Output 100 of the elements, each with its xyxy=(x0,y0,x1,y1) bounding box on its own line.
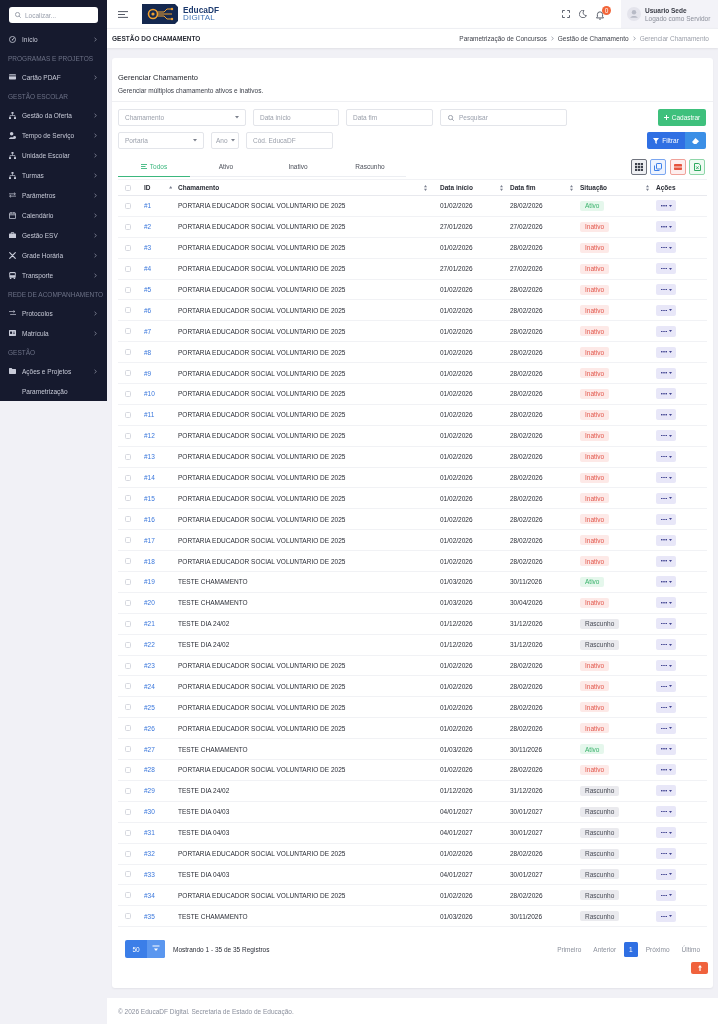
checkbox[interactable] xyxy=(125,223,131,230)
actions-button[interactable] xyxy=(656,618,676,630)
checkbox[interactable] xyxy=(125,850,131,857)
actions-button[interactable] xyxy=(656,221,676,233)
actions-button[interactable] xyxy=(656,806,676,818)
clear-button[interactable] xyxy=(685,132,706,149)
checkbox[interactable] xyxy=(125,746,131,753)
spreadsheet-icon xyxy=(693,162,701,171)
checkbox[interactable] xyxy=(125,411,131,418)
back-to-top-button[interactable] xyxy=(691,962,708,975)
checkbox[interactable] xyxy=(125,725,131,732)
checkbox[interactable] xyxy=(125,474,131,481)
actions-button[interactable] xyxy=(656,889,676,901)
caret-icon xyxy=(668,225,672,228)
actions-button[interactable] xyxy=(656,534,676,546)
checkbox[interactable] xyxy=(125,558,131,565)
folder-icon xyxy=(9,368,16,374)
actions-button[interactable] xyxy=(656,451,676,463)
actions-button[interactable] xyxy=(656,848,676,860)
actions-button[interactable] xyxy=(656,555,676,567)
actions-button[interactable] xyxy=(656,242,676,254)
actions-button[interactable] xyxy=(656,284,676,295)
actions-button[interactable] xyxy=(656,680,676,692)
actions-button[interactable] xyxy=(656,472,676,483)
checkbox[interactable] xyxy=(125,808,131,815)
actions-button[interactable] xyxy=(656,513,676,525)
columns-button[interactable] xyxy=(630,158,647,175)
actions-button[interactable] xyxy=(656,764,676,776)
checkbox[interactable] xyxy=(125,328,131,335)
checkbox[interactable] xyxy=(125,453,131,460)
checkbox[interactable] xyxy=(125,767,131,773)
checkbox[interactable] xyxy=(125,370,131,377)
checkbox[interactable] xyxy=(125,683,131,690)
checkbox[interactable] xyxy=(125,202,131,209)
checkbox[interactable] xyxy=(125,265,131,272)
list-icon xyxy=(140,163,147,169)
checkbox[interactable] xyxy=(125,286,131,293)
caret-icon xyxy=(668,664,672,667)
actions-button[interactable] xyxy=(656,576,676,588)
checkbox[interactable] xyxy=(125,787,131,794)
caret-icon xyxy=(668,539,672,542)
actions-button[interactable] xyxy=(656,660,676,672)
calendar-icon xyxy=(9,211,16,219)
actions-button[interactable] xyxy=(656,346,676,358)
checkbox[interactable] xyxy=(125,892,131,899)
checkbox[interactable] xyxy=(125,495,131,502)
caret-icon xyxy=(668,309,672,312)
checkbox[interactable] xyxy=(125,184,131,191)
filter-icon xyxy=(653,137,660,144)
menu-button[interactable] xyxy=(118,10,128,18)
dots-icon xyxy=(660,476,667,479)
checkbox[interactable] xyxy=(125,641,131,648)
actions-button[interactable] xyxy=(656,263,676,275)
actions-button[interactable] xyxy=(656,367,676,379)
actions-button[interactable] xyxy=(656,868,676,880)
checkbox[interactable] xyxy=(125,578,131,585)
actions-button[interactable] xyxy=(656,409,676,421)
caret-icon xyxy=(668,831,672,834)
actions-button[interactable] xyxy=(656,701,676,713)
checkbox[interactable] xyxy=(125,390,131,397)
actions-button[interactable] xyxy=(656,304,676,316)
checkbox[interactable] xyxy=(125,349,131,356)
checkbox[interactable] xyxy=(125,599,131,606)
caret-icon xyxy=(668,434,672,437)
actions-button[interactable] xyxy=(656,492,676,504)
caret-icon xyxy=(668,706,672,709)
checkbox[interactable] xyxy=(125,307,131,314)
caret-icon xyxy=(668,330,672,333)
actions-button[interactable] xyxy=(656,827,676,839)
checkbox[interactable] xyxy=(125,913,131,920)
actions-button[interactable] xyxy=(656,325,676,337)
excel-button[interactable] xyxy=(689,158,705,175)
dark-mode-button[interactable] xyxy=(579,10,587,18)
actions-button[interactable] xyxy=(656,597,676,609)
logo-icon xyxy=(142,4,178,24)
checkbox[interactable] xyxy=(125,620,131,627)
checkbox[interactable] xyxy=(125,432,131,439)
swap-arrows-icon xyxy=(9,192,16,198)
checkbox[interactable] xyxy=(125,537,131,544)
actions-button[interactable] xyxy=(656,430,676,442)
checkbox[interactable] xyxy=(125,244,131,251)
copy-button[interactable] xyxy=(650,158,666,175)
actions-button[interactable] xyxy=(656,722,676,734)
checkbox[interactable] xyxy=(125,829,131,836)
caret-icon xyxy=(668,685,672,688)
actions-button[interactable] xyxy=(656,639,676,651)
pdf-button[interactable] xyxy=(669,158,686,175)
actions-button[interactable] xyxy=(656,785,676,797)
checkbox[interactable] xyxy=(125,662,131,669)
actions-button[interactable] xyxy=(656,743,676,755)
checkbox[interactable] xyxy=(125,871,131,878)
checkbox[interactable] xyxy=(125,516,131,523)
actions-button[interactable] xyxy=(656,388,676,400)
caret-icon xyxy=(668,392,672,395)
actions-button[interactable] xyxy=(656,200,676,212)
moon-icon xyxy=(579,10,587,18)
briefcase-icon xyxy=(9,231,16,239)
actions-button[interactable] xyxy=(656,910,676,922)
checkbox[interactable] xyxy=(125,704,131,711)
fullscreen-button[interactable] xyxy=(562,10,570,18)
